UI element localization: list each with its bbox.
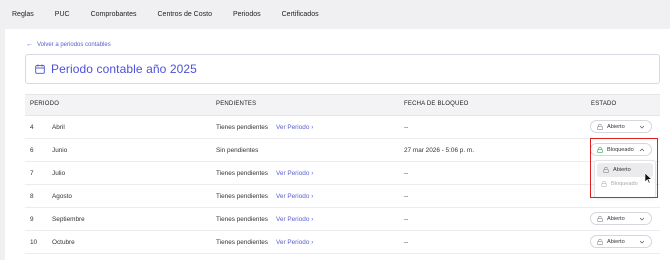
pending-text: Tienes pendientes: [216, 239, 268, 246]
tab-puc[interactable]: PUC: [55, 11, 70, 18]
view-period-label: Ver Periodo: [276, 216, 310, 223]
view-period-link[interactable]: Ver Periodo ›: [276, 124, 313, 131]
option-label: Abierto: [613, 167, 631, 173]
status-value: Abierto: [607, 238, 625, 245]
table-row: 4 Abril Tienes pendientes Ver Periodo › …: [25, 116, 660, 139]
tab-comprobantes[interactable]: Comprobantes: [91, 11, 137, 18]
period-number: 10: [30, 239, 38, 246]
table-header: PERIODO PENDIENTES FECHA DE BLOQUEO ESTA…: [25, 94, 660, 116]
top-navigation: Reglas PUC Comprobantes Centros de Costo…: [0, 0, 670, 29]
chevron-right-icon: ›: [311, 170, 314, 177]
lock-date: 27 mar 2026 - 5:06 p. m.: [404, 147, 474, 154]
tab-centros-de-costo[interactable]: Centros de Costo: [158, 11, 212, 18]
period-number: 7: [30, 170, 34, 177]
chevron-down-icon: [639, 240, 645, 244]
chevron-right-icon: ›: [311, 239, 314, 246]
mouse-cursor-icon: [644, 172, 653, 184]
table-row: 10 Octubre Tienes pendientes Ver Periodo…: [25, 231, 660, 254]
view-period-label: Ver Periodo: [276, 193, 310, 200]
main-card: ← Volver a periodos contables Periodo co…: [5, 29, 670, 260]
pending-text: Sin pendientes: [216, 147, 259, 154]
page-title: Periodo contable año 2025: [51, 62, 197, 76]
table-row: 8 Agosto Tienes pendientes Ver Periodo ›…: [25, 185, 660, 208]
header-estado: ESTADO: [591, 101, 617, 107]
view-period-link[interactable]: Ver Periodo ›: [276, 193, 313, 200]
status-value: Bloqueado: [607, 146, 634, 153]
view-period-link[interactable]: Ver Periodo ›: [276, 239, 313, 246]
lock-icon: [597, 146, 603, 153]
lock-date: --: [404, 216, 409, 223]
lock-date: --: [404, 239, 409, 246]
periods-table: PERIODO PENDIENTES FECHA DE BLOQUEO ESTA…: [25, 94, 660, 254]
tab-certificados[interactable]: Certificados: [282, 11, 319, 18]
pending-text: Tienes pendientes: [216, 193, 268, 200]
table-row: 6 Junio Sin pendientes 27 mar 2026 - 5:0…: [25, 139, 660, 162]
period-number: 4: [30, 124, 34, 131]
table-row: 7 Julio Tienes pendientes Ver Periodo › …: [25, 162, 660, 185]
pending-text: Tienes pendientes: [216, 124, 268, 131]
unlock-icon: [603, 167, 609, 173]
unlock-icon: [597, 123, 603, 130]
back-link[interactable]: ← Volver a periodos contables: [26, 41, 111, 48]
period-month: Junio: [52, 147, 68, 154]
lock-date: --: [404, 170, 409, 177]
calendar-icon: [35, 64, 45, 74]
period-month: Octubre: [52, 239, 75, 246]
lock-date: --: [404, 193, 409, 200]
status-select[interactable]: Abierto: [590, 235, 652, 248]
page-title-box: Periodo contable año 2025: [25, 54, 660, 84]
view-period-label: Ver Periodo: [276, 124, 310, 131]
view-period-link[interactable]: Ver Periodo ›: [276, 216, 313, 223]
period-number: 8: [30, 193, 34, 200]
pending-text: Tienes pendientes: [216, 216, 268, 223]
view-period-label: Ver Periodo: [276, 239, 310, 246]
period-month: Julio: [52, 170, 66, 177]
header-periodo: PERIODO: [30, 101, 60, 107]
back-link-label: Volver a periodos contables: [37, 41, 111, 48]
period-month: Agosto: [52, 193, 72, 200]
period-number: 9: [30, 216, 34, 223]
arrow-left-icon: ←: [26, 41, 33, 48]
chevron-right-icon: ›: [311, 216, 314, 223]
tab-reglas[interactable]: Reglas: [12, 11, 34, 18]
status-value: Abierto: [607, 215, 625, 222]
status-select[interactable]: Bloqueado: [590, 143, 652, 156]
option-label: Bloqueado: [611, 181, 638, 187]
view-period-link[interactable]: Ver Periodo ›: [276, 170, 313, 177]
chevron-down-icon: [639, 217, 645, 221]
chevron-up-icon: [639, 148, 645, 152]
header-fecha-bloqueo: FECHA DE BLOQUEO: [404, 101, 469, 107]
unlock-icon: [597, 215, 603, 222]
chevron-right-icon: ›: [311, 124, 314, 131]
chevron-down-icon: [639, 125, 645, 129]
tab-periodos[interactable]: Periodos: [233, 11, 261, 18]
chevron-right-icon: ›: [311, 193, 314, 200]
period-number: 6: [30, 147, 34, 154]
status-value: Abierto: [607, 123, 625, 130]
pending-text: Tienes pendientes: [216, 170, 268, 177]
table-row: 9 Septiembre Tienes pendientes Ver Perio…: [25, 208, 660, 231]
period-month: Abril: [52, 124, 65, 131]
lock-date: --: [404, 124, 409, 131]
lock-icon: [601, 181, 607, 187]
view-period-label: Ver Periodo: [276, 170, 310, 177]
period-month: Septiembre: [52, 216, 85, 223]
status-select[interactable]: Abierto: [590, 120, 652, 133]
unlock-icon: [597, 238, 603, 245]
header-pendientes: PENDIENTES: [216, 101, 257, 107]
status-select[interactable]: Abierto: [590, 212, 652, 225]
